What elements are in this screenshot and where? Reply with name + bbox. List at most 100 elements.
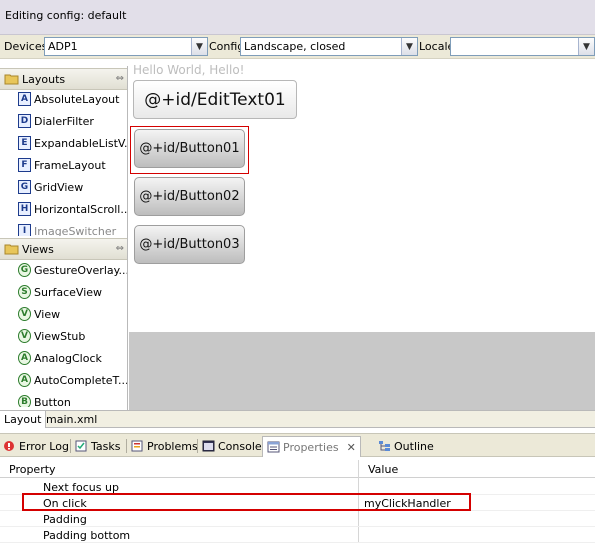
error-log-icon [4, 441, 14, 451]
devices-combo[interactable]: ADP1 ▼ [44, 37, 208, 56]
palette-item[interactable]: G GestureOverlay... [18, 261, 128, 281]
palette-item-label: AutoCompleteT... [34, 374, 128, 387]
tab-label: Problems [147, 439, 198, 453]
table-row[interactable]: Padding [0, 511, 595, 527]
tab-label: Error Log [19, 439, 69, 453]
properties-header: Property Value [0, 460, 595, 478]
palette-item[interactable]: A AutoCompleteT... [18, 371, 128, 391]
palette-item[interactable]: I ImageSwitcher [18, 222, 127, 236]
palette-item[interactable]: B Button [18, 393, 127, 407]
palette-item-label: HorizontalScroll... [34, 203, 128, 216]
console-icon [202, 440, 215, 452]
column-header-value[interactable]: Value [368, 463, 398, 476]
button03-widget[interactable]: @+id/Button03 [134, 225, 245, 264]
widget-icon: A [18, 92, 31, 106]
palette-item-label: ViewStub [34, 330, 86, 343]
palette-item-label: GridView [34, 181, 84, 194]
property-name: Padding [43, 513, 87, 526]
tab-main-xml[interactable]: main.xml [42, 411, 101, 428]
tab-separator [197, 439, 198, 453]
problems-icon [131, 440, 143, 452]
widget-icon: V [18, 329, 31, 343]
folder-open-icon [4, 244, 19, 255]
widget-icon: E [18, 136, 31, 150]
chevron-down-icon[interactable]: ▼ [191, 38, 207, 55]
palette-item[interactable]: A AbsoluteLayout [18, 90, 127, 110]
tab-label: Properties [283, 440, 339, 454]
palette-item-label: FrameLayout [34, 159, 106, 172]
properties-icon [267, 441, 280, 453]
tab-outline[interactable]: Outline [378, 437, 434, 455]
editor-tabs: Layout main.xml [0, 410, 595, 428]
widget-icon: G [18, 263, 31, 277]
collapse-arrows-icon[interactable]: ⇔ [116, 73, 124, 84]
palette-item-label: AnalogClock [34, 352, 102, 365]
palette-item[interactable]: G GridView [18, 178, 127, 198]
widget-icon: D [18, 114, 31, 128]
chevron-down-icon[interactable]: ▼ [578, 38, 594, 55]
palette-item[interactable]: H HorizontalScroll... [18, 200, 128, 220]
tab-properties[interactable]: Properties ✕ [262, 436, 361, 457]
tab-separator [70, 439, 71, 453]
palette-group-views[interactable]: Views ⇔ [0, 238, 127, 260]
palette-item-label: SurfaceView [34, 286, 103, 299]
widget-icon: I [18, 224, 31, 236]
outline-icon [379, 441, 390, 451]
palette-item[interactable]: V ViewStub [18, 327, 127, 347]
button02-widget[interactable]: @+id/Button02 [134, 177, 245, 216]
palette-item[interactable]: A AnalogClock [18, 349, 127, 369]
widget-palette: Layouts ⇔ A AbsoluteLayout D DialerFilter … [0, 66, 128, 410]
palette-item-label: GestureOverlay... [34, 264, 128, 277]
palette-item[interactable]: D DialerFilter [18, 112, 127, 132]
palette-group-label: Layouts [22, 73, 66, 86]
chevron-down-icon[interactable]: ▼ [401, 38, 417, 55]
config-value: Landscape, closed [244, 40, 346, 53]
views-tabbar: Error Log Tasks Problems Console Propert… [0, 433, 595, 457]
tab-label: Outline [394, 439, 434, 453]
edittext-widget[interactable]: @+id/EditText01 [133, 80, 297, 119]
palette-item[interactable]: V View [18, 305, 127, 325]
config-label: Config [209, 40, 245, 53]
widget-icon: B [18, 395, 31, 407]
canvas-empty-area [129, 332, 595, 410]
tab-label: Console [218, 439, 262, 453]
palette-item-label: AbsoluteLayout [34, 93, 120, 106]
hello-textview[interactable]: Hello World, Hello! [133, 63, 244, 77]
tab-tasks[interactable]: Tasks [75, 437, 120, 455]
devices-value: ADP1 [48, 40, 78, 53]
palette-item-label: View [34, 308, 61, 321]
devices-label: Devices [4, 40, 48, 53]
locale-combo[interactable]: ▼ [450, 37, 595, 56]
palette-item-label: DialerFilter [34, 115, 94, 128]
config-combo[interactable]: Landscape, closed ▼ [240, 37, 418, 56]
collapse-arrows-icon[interactable]: ⇔ [116, 243, 124, 254]
tasks-icon [75, 440, 87, 452]
widget-icon: A [18, 373, 31, 387]
widget-icon: A [18, 351, 31, 365]
palette-item[interactable]: E ExpandableListV... [18, 134, 128, 154]
palette-item[interactable]: S SurfaceView [18, 283, 127, 303]
tab-separator [126, 439, 127, 453]
palette-item-label: ExpandableListV... [34, 137, 128, 150]
tab-problems[interactable]: Problems [131, 437, 198, 455]
palette-group-label: Views [22, 243, 54, 256]
property-name: Padding bottom [43, 529, 131, 542]
tab-layout[interactable]: Layout [0, 411, 47, 428]
device-toolbar: Devices ADP1 ▼ Config Landscape, closed … [0, 35, 595, 59]
widget-icon: G [18, 180, 31, 194]
config-header: Editing config: default [0, 0, 595, 35]
tab-error-log[interactable]: Error Log [3, 437, 69, 455]
selection-highlight [130, 126, 249, 174]
column-header-property[interactable]: Property [9, 463, 56, 476]
widget-icon: V [18, 307, 31, 321]
folder-open-icon [4, 74, 19, 85]
table-row[interactable]: Padding bottom [0, 527, 595, 543]
onclick-highlight [22, 493, 471, 511]
tab-console[interactable]: Console [202, 437, 262, 455]
palette-group-layouts[interactable]: Layouts ⇔ [0, 68, 127, 90]
widget-icon: H [18, 202, 31, 216]
editing-config-title: Editing config: default [5, 9, 127, 22]
tab-label: Tasks [91, 439, 121, 453]
palette-item[interactable]: F FrameLayout [18, 156, 127, 176]
close-icon[interactable]: ✕ [347, 441, 356, 454]
